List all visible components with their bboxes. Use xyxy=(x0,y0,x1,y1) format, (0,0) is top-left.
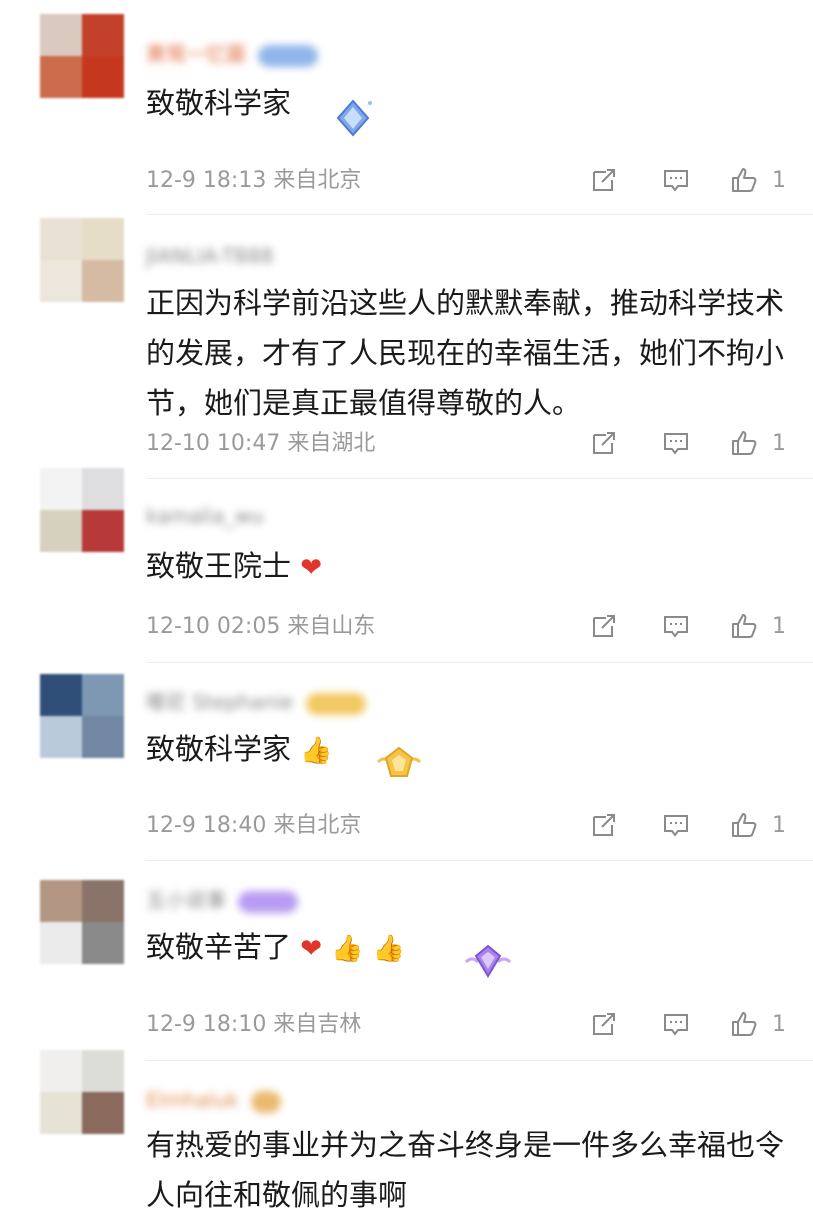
share-icon[interactable] xyxy=(590,429,618,457)
purple-gem-sticker-icon xyxy=(462,942,514,986)
comment-time: 12-10 10:47 xyxy=(146,431,281,456)
username-text[interactable]: Elmhaluk xyxy=(146,1088,238,1112)
diamond-sticker-icon xyxy=(330,95,376,145)
comment-text: 有热爱的事业并为之奋斗终身是一件多么幸福也令人向往和敬佩的事啊 xyxy=(146,1120,796,1220)
username[interactable]: 黄鸳一忆菌 xyxy=(146,40,319,68)
comment-time: 12-10 02:05 xyxy=(146,614,281,639)
thumbs-up-icon[interactable] xyxy=(730,429,758,457)
avatar[interactable] xyxy=(40,1050,124,1134)
thumbs-up-emoji-icon: 👍 xyxy=(300,736,333,766)
comment-time: 12-9 18:40 xyxy=(146,813,267,838)
comment-location: 来自山东 xyxy=(287,614,376,639)
comment-text-content: 致敬辛苦了 xyxy=(146,930,292,964)
like-count: 1 xyxy=(772,813,786,838)
comment-actions: 1 xyxy=(590,1010,790,1040)
comment-meta: 12-9 18:40 来自北京 xyxy=(146,811,361,841)
comment-text-content: 正因为科学前沿这些人的默默奉献，推动科学技术的发展，才有了人民现在的幸福生活，她… xyxy=(146,286,785,420)
comment-text: 正因为科学前沿这些人的默默奉献，推动科学技术的发展，才有了人民现在的幸福生活，她… xyxy=(146,278,796,428)
share-icon[interactable] xyxy=(590,612,618,640)
divider xyxy=(146,860,813,861)
like-count: 1 xyxy=(772,431,786,456)
thumbs-up-icon[interactable] xyxy=(730,1010,758,1038)
comment-text-content: 致敬科学家 xyxy=(146,86,292,120)
share-icon[interactable] xyxy=(590,811,618,839)
username[interactable]: Elmhaluk xyxy=(146,1086,281,1114)
comment-meta: 12-9 18:13 来自北京 xyxy=(146,166,361,196)
divider xyxy=(146,478,813,479)
comment-time: 12-9 18:10 xyxy=(146,1012,267,1037)
comment-text: 致敬科学家 👍 xyxy=(146,724,796,776)
username[interactable]: JIANLIA-TB88 xyxy=(146,242,274,270)
avatar[interactable] xyxy=(40,468,124,552)
like-count: 1 xyxy=(772,168,786,193)
comment-actions: 1 xyxy=(590,811,790,841)
comment-actions: 1 xyxy=(590,429,790,459)
comment-text-content: 有热爱的事业并为之奋斗终身是一件多么幸福也令人向往和敬佩的事啊 xyxy=(146,1128,785,1212)
comment-text-content: 致敬王院士 xyxy=(146,549,292,583)
thumbs-up-icon[interactable] xyxy=(730,811,758,839)
username-text[interactable]: JIANLIA-TB88 xyxy=(146,244,274,268)
comment-icon[interactable] xyxy=(662,1010,690,1038)
comment-icon[interactable] xyxy=(662,612,690,640)
avatar[interactable] xyxy=(40,14,124,98)
share-icon[interactable] xyxy=(590,1010,618,1038)
member-badge xyxy=(238,890,299,913)
like-count: 1 xyxy=(772,614,786,639)
comment-meta: 12-10 10:47 来自湖北 xyxy=(146,429,375,459)
comment-meta: 12-10 02:05 来自山东 xyxy=(146,612,375,642)
username-text[interactable]: 嘟尼 Stephanie xyxy=(146,690,293,714)
comment-location: 来自北京 xyxy=(273,813,362,838)
comment-icon[interactable] xyxy=(662,429,690,457)
member-badge xyxy=(250,1090,281,1113)
comment-actions: 1 xyxy=(590,612,790,642)
thumbs-up-icon[interactable] xyxy=(730,166,758,194)
username-text[interactable]: 五小说事 xyxy=(146,888,226,912)
like-count: 1 xyxy=(772,1012,786,1037)
username[interactable]: 五小说事 xyxy=(146,886,299,914)
thumbs-up-icon[interactable] xyxy=(730,612,758,640)
heart-emoji-icon: ❤ xyxy=(300,934,323,964)
comment-text: 致敬科学家 xyxy=(146,78,796,128)
comment-location: 来自北京 xyxy=(273,168,362,193)
divider xyxy=(146,662,813,663)
comment-time: 12-9 18:13 xyxy=(146,168,267,193)
username-text[interactable]: kamalia_wu xyxy=(146,504,264,528)
gold-badge-sticker-icon xyxy=(374,744,424,788)
member-badge xyxy=(305,692,366,715)
comment-icon[interactable] xyxy=(662,166,690,194)
username[interactable]: 嘟尼 Stephanie xyxy=(146,688,366,716)
share-icon[interactable] xyxy=(590,166,618,194)
comment-text: 致敬王院士 ❤ xyxy=(146,541,796,593)
comment-text-content: 致敬科学家 xyxy=(146,732,292,766)
avatar[interactable] xyxy=(40,674,124,758)
comment-location: 来自湖北 xyxy=(287,431,376,456)
heart-emoji-icon: ❤ xyxy=(300,553,323,583)
comment-icon[interactable] xyxy=(662,811,690,839)
divider xyxy=(146,1060,813,1061)
member-badge xyxy=(258,44,319,67)
thumbs-up-emoji-icon: 👍 xyxy=(331,934,364,964)
avatar[interactable] xyxy=(40,880,124,964)
divider xyxy=(146,214,813,215)
comment-meta: 12-9 18:10 来自吉林 xyxy=(146,1010,361,1040)
comment-actions: 1 xyxy=(590,166,790,196)
thumbs-up-emoji-icon: 👍 xyxy=(372,934,406,964)
avatar[interactable] xyxy=(40,218,124,302)
username-text[interactable]: 黄鸳一忆菌 xyxy=(146,42,246,66)
username[interactable]: kamalia_wu xyxy=(146,502,264,530)
comment-location: 来自吉林 xyxy=(273,1012,362,1037)
